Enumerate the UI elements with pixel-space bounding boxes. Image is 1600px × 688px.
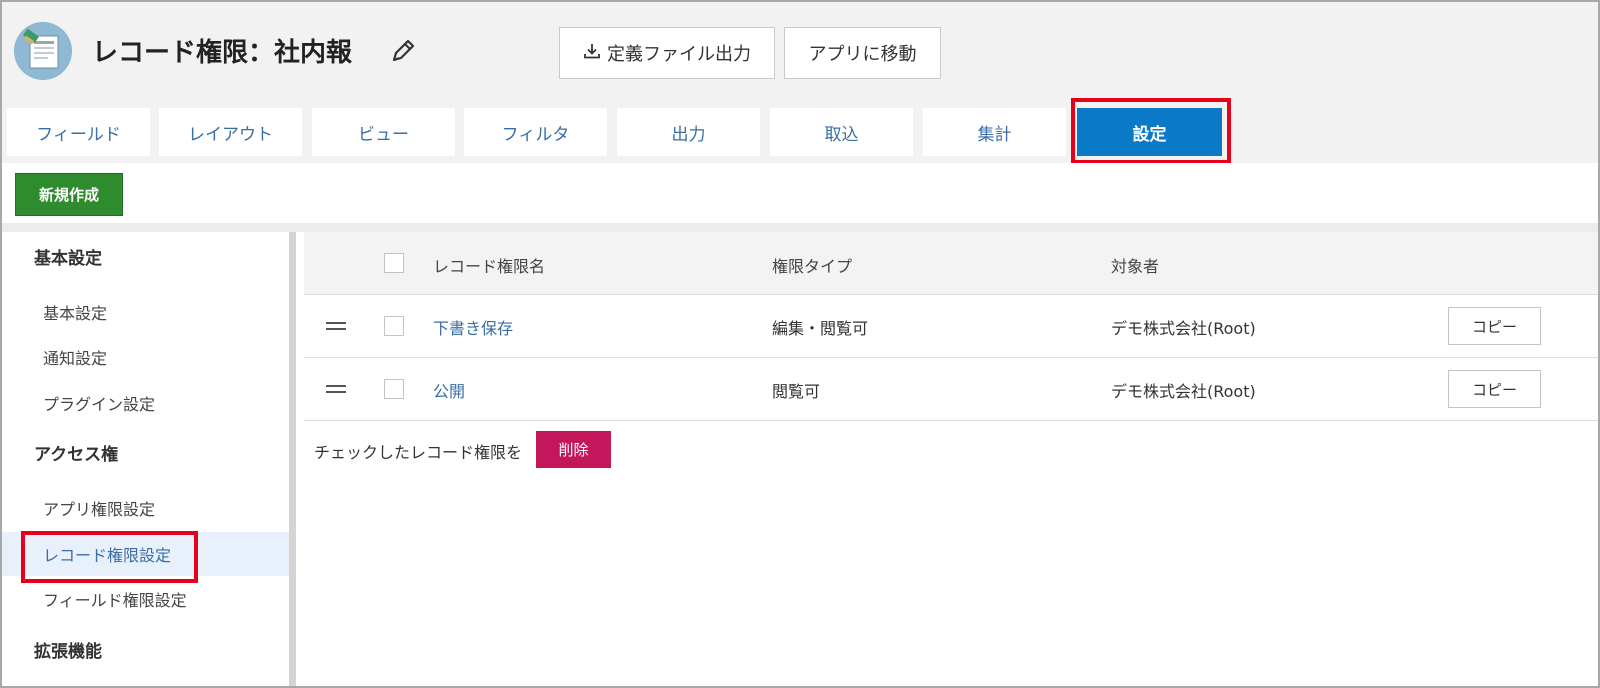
copy-button[interactable]: コピー bbox=[1448, 307, 1541, 345]
settings-tab-highlight bbox=[1071, 98, 1231, 164]
bulk-action-text: チェックしたレコード権限を bbox=[314, 443, 523, 462]
export-definition-label: 定義ファイル出力 bbox=[607, 44, 751, 65]
permission-target: デモ株式会社(Root) bbox=[1111, 382, 1256, 401]
newspaper-app-icon bbox=[14, 22, 72, 80]
table-row: 公開 閲覧可 デモ株式会社(Root) コピー bbox=[304, 358, 1598, 421]
settings-sidebar: 基本設定 基本設定 通知設定 プラグイン設定 アクセス権 アプリ権限設定 レコー… bbox=[2, 232, 289, 686]
drag-handle-icon[interactable] bbox=[326, 385, 346, 393]
permission-target: デモ株式会社(Root) bbox=[1111, 319, 1256, 338]
go-to-app-button[interactable]: アプリに移動 bbox=[784, 27, 941, 79]
toolbar: 新規作成 bbox=[2, 163, 1598, 223]
column-header-target: 対象者 bbox=[1111, 257, 1160, 276]
export-definition-button[interactable]: 定義ファイル出力 bbox=[559, 27, 775, 79]
sidebar-item-app-permissions[interactable]: アプリ権限設定 bbox=[2, 486, 289, 530]
app-window: レコード権限：社内報 定義ファイル出力 アプリに移動 フィールド レイアウト ビ… bbox=[0, 0, 1600, 688]
pencil-icon[interactable] bbox=[388, 36, 418, 66]
permission-type: 閲覧可 bbox=[772, 382, 821, 401]
table-header: レコード権限名 権限タイプ 対象者 bbox=[304, 232, 1598, 295]
permission-type: 編集・閲覧可 bbox=[772, 319, 869, 338]
sidebar-section-access: アクセス権 bbox=[34, 445, 119, 465]
new-button[interactable]: 新規作成 bbox=[15, 173, 123, 216]
download-icon bbox=[583, 42, 601, 65]
drag-handle-icon[interactable] bbox=[326, 322, 346, 330]
copy-button[interactable]: コピー bbox=[1448, 370, 1541, 408]
divider bbox=[2, 223, 1598, 232]
permission-name-link[interactable]: 公開 bbox=[433, 378, 465, 402]
row-checkbox[interactable] bbox=[384, 379, 404, 399]
delete-button[interactable]: 削除 bbox=[536, 431, 611, 468]
sidebar-section-extensions: 拡張機能 bbox=[34, 642, 102, 662]
tab-output[interactable]: 出力 bbox=[617, 108, 760, 156]
sidebar-section-basic: 基本設定 bbox=[34, 249, 102, 269]
table-row: 下書き保存 編集・閲覧可 デモ株式会社(Root) コピー bbox=[304, 295, 1598, 358]
select-all-checkbox[interactable] bbox=[384, 253, 404, 273]
column-header-type: 権限タイプ bbox=[772, 257, 853, 276]
column-header-name: レコード権限名 bbox=[433, 257, 546, 276]
sidebar-item-field-permissions[interactable]: フィールド権限設定 bbox=[2, 577, 289, 621]
tab-view[interactable]: ビュー bbox=[312, 108, 455, 156]
permission-name-link[interactable]: 下書き保存 bbox=[433, 315, 513, 339]
sidebar-scrollbar[interactable] bbox=[289, 232, 296, 686]
tab-field[interactable]: フィールド bbox=[7, 108, 150, 156]
page-title: レコード権限：社内報 bbox=[92, 38, 353, 68]
header: レコード権限：社内報 定義ファイル出力 アプリに移動 フィールド レイアウト ビ… bbox=[2, 2, 1598, 163]
tab-import[interactable]: 取込 bbox=[770, 108, 913, 156]
tab-layout[interactable]: レイアウト bbox=[159, 108, 302, 156]
sidebar-item-basic-settings[interactable]: 基本設定 bbox=[2, 290, 289, 334]
row-checkbox[interactable] bbox=[384, 316, 404, 336]
sidebar-item-notification-settings[interactable]: 通知設定 bbox=[2, 335, 289, 379]
tab-filter[interactable]: フィルタ bbox=[464, 108, 607, 156]
tab-aggregate[interactable]: 集計 bbox=[923, 108, 1066, 156]
sidebar-item-plugin-settings[interactable]: プラグイン設定 bbox=[2, 381, 289, 425]
record-permissions-highlight bbox=[21, 531, 198, 583]
